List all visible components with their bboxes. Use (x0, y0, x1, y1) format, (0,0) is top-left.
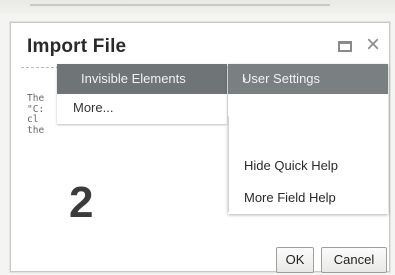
hide-quick-help-menu-item[interactable]: Hide Quick Help (244, 158, 338, 173)
user-settings-menu: User Settings › Hide Quick Help More Fie… (228, 64, 388, 214)
body-line-1: The (27, 93, 45, 104)
chevron-right-icon: › (242, 71, 247, 86)
background-window-strip (0, 0, 395, 14)
dialog-title: Import File (27, 36, 127, 57)
cancel-button[interactable]: Cancel (321, 247, 387, 273)
menu-separator (228, 116, 229, 212)
invisible-elements-label: Invisible Elements (81, 71, 186, 86)
background-text-line (30, 4, 330, 6)
close-icon[interactable]: × (362, 33, 384, 57)
step-number-annotation: 2 (69, 178, 94, 227)
maximize-icon[interactable] (338, 41, 352, 52)
body-line-4: the (27, 124, 45, 136)
body-line-2: "C: (27, 103, 45, 115)
dialog-body-text: The "C: cl the (27, 93, 45, 136)
more-menu-item[interactable]: More... (73, 100, 113, 115)
invisible-elements-menu: Invisible Elements More... (57, 64, 227, 124)
user-settings-menu-header[interactable]: User Settings › (228, 64, 388, 94)
ok-button[interactable]: OK (276, 247, 314, 273)
body-line-3: cl (27, 114, 39, 125)
invisible-elements-menu-header[interactable]: Invisible Elements (57, 64, 227, 94)
more-field-help-menu-item[interactable]: More Field Help (244, 190, 336, 205)
